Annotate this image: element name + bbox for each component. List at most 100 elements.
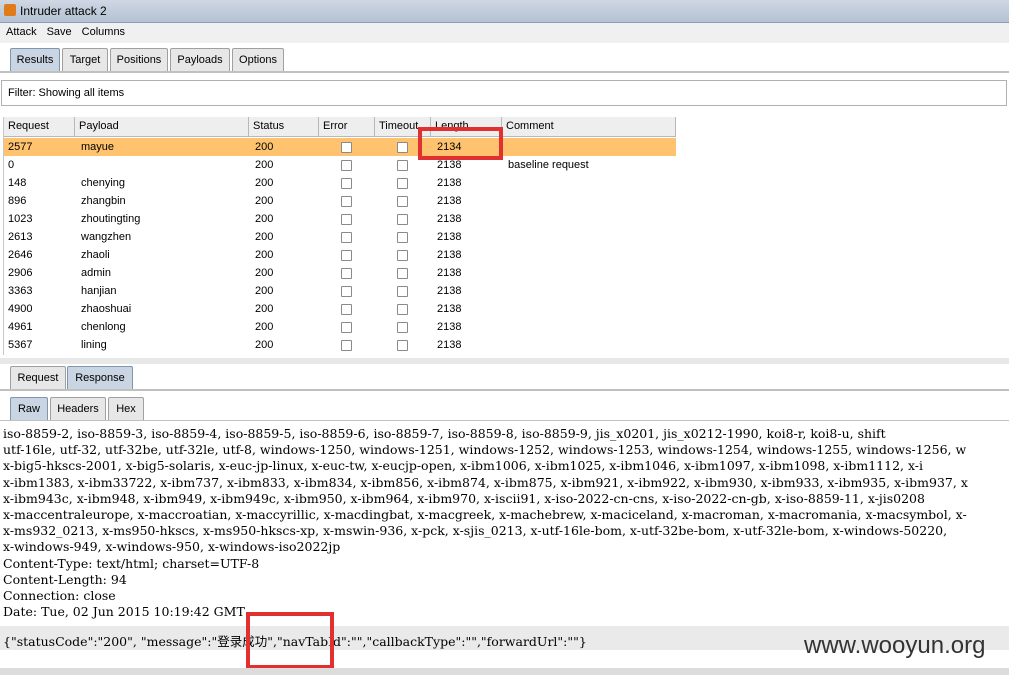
table-row[interactable]: 2577 mayue 200 2134	[4, 138, 676, 156]
column-error[interactable]: Error	[319, 117, 375, 136]
menu-save[interactable]: Save	[41, 23, 76, 38]
cell-comment	[504, 228, 508, 246]
table-row[interactable]: 896 zhangbin 200 2138	[4, 192, 676, 210]
column-payload[interactable]: Payload	[75, 117, 249, 136]
tab-raw[interactable]: Raw	[10, 397, 48, 420]
cell-payload: mayue	[81, 141, 115, 153]
tab-target[interactable]: Target	[62, 48, 108, 71]
filter-bar[interactable]: Filter: Showing all items	[1, 80, 1007, 106]
column-status[interactable]: Status	[249, 117, 319, 136]
error-checkbox	[341, 196, 352, 207]
table-row[interactable]: 2613 wangzhen 200 2138	[4, 228, 676, 246]
tab-positions[interactable]: Positions	[110, 48, 168, 71]
highlight-box-length	[418, 127, 503, 160]
cell-status: 200	[255, 321, 274, 333]
table-row[interactable]: 4961 chenlong 200 2138	[4, 318, 676, 336]
response-line: x-ms932_0213, x-ms950-hkscs, x-ms950-hks…	[3, 523, 948, 539]
cell-status: 200	[255, 285, 274, 297]
response-line: x-windows-949, x-windows-950, x-windows-…	[3, 539, 341, 555]
cell-request: 896	[8, 195, 27, 207]
cell-payload: zhoutingting	[81, 213, 141, 225]
cell-payload: zhangbin	[81, 195, 126, 207]
reqresp-divider	[0, 389, 1009, 391]
cell-length: 2138	[437, 213, 462, 225]
table-row[interactable]: 2906 admin 200 2138	[4, 264, 676, 282]
cell-length: 2138	[437, 267, 462, 279]
table-row[interactable]: 3363 hanjian 200 2138	[4, 282, 676, 300]
cell-comment	[504, 300, 508, 318]
cell-comment	[504, 336, 508, 354]
menu-bar: Attack Save Columns	[0, 23, 1009, 43]
tab-options[interactable]: Options	[232, 48, 284, 71]
response-line: Date: Tue, 02 Jun 2015 10:19:42 GMT	[3, 604, 245, 620]
error-checkbox	[341, 286, 352, 297]
menu-columns[interactable]: Columns	[76, 23, 129, 38]
timeout-checkbox	[397, 340, 408, 351]
tab-payloads[interactable]: Payloads	[170, 48, 230, 71]
watermark: www.wooyun.org	[804, 632, 986, 659]
cell-length: 2138	[437, 195, 462, 207]
cell-request: 2906	[8, 267, 33, 279]
table-row[interactable]: 0 200 2138 baseline request	[4, 156, 676, 174]
tab-headers[interactable]: Headers	[50, 397, 106, 420]
cell-length: 2138	[437, 321, 462, 333]
error-checkbox	[341, 268, 352, 279]
error-checkbox	[341, 214, 352, 225]
cell-length: 2138	[437, 231, 462, 243]
cell-request: 2577	[8, 141, 33, 153]
cell-comment	[504, 192, 508, 210]
column-request[interactable]: Request	[4, 117, 75, 136]
pane-splitter[interactable]	[0, 358, 1009, 364]
error-checkbox	[341, 178, 352, 189]
response-line: Content-Type: text/html; charset=UTF-8	[3, 555, 260, 571]
timeout-checkbox	[397, 178, 408, 189]
tab-response[interactable]: Response	[67, 366, 133, 389]
timeout-checkbox	[397, 268, 408, 279]
cell-request: 1023	[8, 213, 33, 225]
cell-status: 200	[255, 339, 274, 351]
cell-status: 200	[255, 141, 274, 153]
cell-status: 200	[255, 303, 274, 315]
timeout-checkbox	[397, 322, 408, 333]
table-row[interactable]: 148 chenying 200 2138	[4, 174, 676, 192]
cell-request: 4900	[8, 303, 33, 315]
response-line: x-big5-hkscs-2001, x-big5-solaris, x-euc…	[3, 458, 924, 474]
cell-status: 200	[255, 195, 274, 207]
cell-length: 2138	[437, 177, 462, 189]
cell-length: 2138	[437, 249, 462, 261]
timeout-checkbox	[397, 250, 408, 261]
response-line: x-ibm1383, x-ibm33722, x-ibm737, x-ibm83…	[3, 474, 968, 490]
error-checkbox	[341, 250, 352, 261]
cell-length: 2138	[437, 285, 462, 297]
menu-attack[interactable]: Attack	[0, 23, 41, 38]
error-checkbox	[341, 232, 352, 243]
cell-comment: baseline request	[508, 159, 589, 171]
horizontal-scrollbar[interactable]	[0, 668, 1009, 675]
table-row[interactable]: 4900 zhaoshuai 200 2138	[4, 300, 676, 318]
title-bar: Intruder attack 2	[0, 0, 1009, 23]
window-title: Intruder attack 2	[20, 4, 107, 18]
cell-request: 2646	[8, 249, 33, 261]
results-table: Request Payload Status Error Timeout Len…	[3, 117, 676, 355]
cell-length: 2138	[437, 339, 462, 351]
table-row[interactable]: 5367 lining 200 2138	[4, 336, 676, 354]
cell-status: 200	[255, 267, 274, 279]
cell-payload: zhaoshuai	[81, 303, 132, 315]
tab-hex[interactable]: Hex	[108, 397, 144, 420]
cell-request: 5367	[8, 339, 33, 351]
error-checkbox	[341, 304, 352, 315]
timeout-checkbox	[397, 304, 408, 315]
tab-results[interactable]: Results	[10, 48, 60, 71]
cell-status: 200	[255, 159, 274, 171]
column-comment[interactable]: Comment	[502, 117, 676, 136]
table-row[interactable]: 1023 zhoutingting 200 2138	[4, 210, 676, 228]
cell-payload	[77, 156, 81, 174]
error-checkbox	[341, 340, 352, 351]
tab-request[interactable]: Request	[10, 366, 66, 389]
table-row[interactable]: 2646 zhaoli 200 2138	[4, 246, 676, 264]
timeout-checkbox	[397, 142, 408, 153]
cell-comment	[504, 210, 508, 228]
cell-comment	[504, 318, 508, 336]
response-line: Content-Length: 94	[3, 571, 127, 587]
timeout-checkbox	[397, 214, 408, 225]
